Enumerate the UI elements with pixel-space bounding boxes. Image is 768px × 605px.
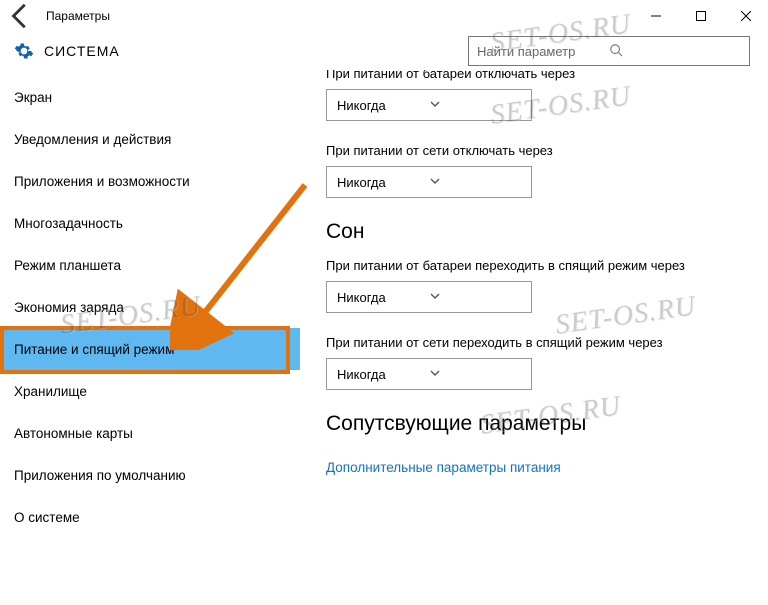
sidebar-item-tablet[interactable]: Режим планшета (0, 244, 300, 286)
close-button[interactable] (723, 1, 768, 31)
chevron-down-icon (429, 290, 521, 305)
sleep-battery-label: При питании от батареи переходить в спящ… (326, 258, 748, 273)
sidebar-item-about[interactable]: О системе (0, 496, 300, 538)
screen-off-battery-dropdown[interactable]: Никогда (326, 89, 532, 121)
screen-off-plugged-label: При питании от сети отключать через (326, 143, 748, 158)
back-button[interactable] (6, 1, 36, 31)
window-title: Параметры (46, 9, 110, 23)
section-title: СИСТЕМА (44, 43, 120, 59)
layout: Экран Уведомления и действия Приложения … (0, 70, 768, 605)
sidebar-item-offline-maps[interactable]: Автономные карты (0, 412, 300, 454)
search-icon (609, 43, 741, 60)
chevron-down-icon (429, 98, 521, 113)
sidebar-item-screen[interactable]: Экран (0, 76, 300, 118)
additional-power-settings-link[interactable]: Дополнительные параметры питания (326, 460, 561, 475)
search-placeholder: Найти параметр (477, 44, 609, 59)
sleep-heading: Сон (326, 220, 748, 244)
chevron-down-icon (429, 175, 521, 190)
sidebar-item-notifications[interactable]: Уведомления и действия (0, 118, 300, 160)
sleep-plugged-label: При питании от сети переходить в спящий … (326, 335, 748, 350)
minimize-button[interactable] (633, 1, 678, 31)
chevron-down-icon (429, 367, 521, 382)
sidebar-item-storage[interactable]: Хранилище (0, 370, 300, 412)
sidebar-item-multitasking[interactable]: Многозадачность (0, 202, 300, 244)
sidebar-item-battery[interactable]: Экономия заряда (0, 286, 300, 328)
sleep-battery-dropdown[interactable]: Никогда (326, 281, 532, 313)
screen-off-plugged-dropdown[interactable]: Никогда (326, 166, 532, 198)
sidebar: Экран Уведомления и действия Приложения … (0, 70, 300, 605)
screen-off-battery-label: При питании от батареи отключать через (326, 70, 748, 81)
sidebar-item-default-apps[interactable]: Приложения по умолчанию (0, 454, 300, 496)
search-input[interactable]: Найти параметр (468, 36, 750, 66)
gear-icon (14, 41, 34, 61)
sleep-plugged-dropdown[interactable]: Никогда (326, 358, 532, 390)
related-heading: Сопутсвующие параметры (326, 412, 748, 436)
header: СИСТЕМА Найти параметр (0, 32, 768, 70)
titlebar: Параметры (0, 0, 768, 32)
sidebar-item-apps[interactable]: Приложения и возможности (0, 160, 300, 202)
sidebar-item-power-sleep[interactable]: Питание и спящий режим (0, 328, 300, 370)
main-content: При питании от батареи отключать через Н… (300, 70, 768, 605)
maximize-button[interactable] (678, 1, 723, 31)
